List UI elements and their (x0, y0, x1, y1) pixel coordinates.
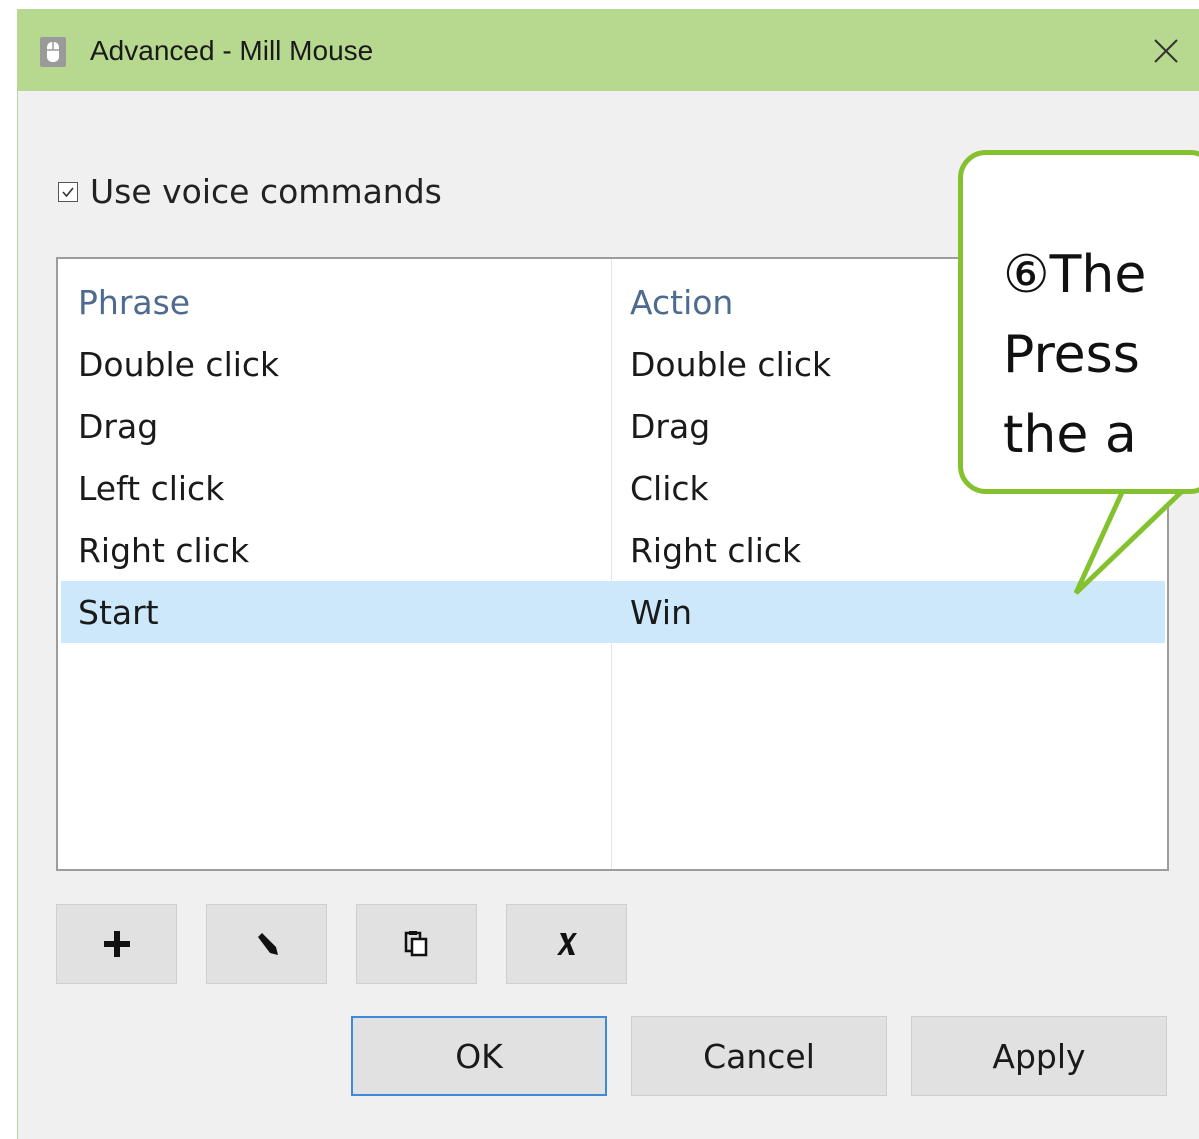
phrase-cell: Double click (78, 344, 280, 384)
mouse-app-icon (40, 37, 66, 67)
phrase-cell: Start (78, 592, 159, 632)
action-cell: Right click (630, 530, 802, 570)
action-cell: Win (630, 592, 692, 632)
ok-button[interactable]: OK (351, 1016, 607, 1096)
edit-button[interactable] (206, 904, 327, 984)
copy-button[interactable] (356, 904, 477, 984)
title-bar: Advanced - Mill Mouse (18, 9, 1199, 91)
window-title: Advanced - Mill Mouse (90, 35, 374, 66)
copy-icon (404, 931, 427, 957)
checkbox-label: Use voice commands (90, 172, 442, 211)
checkbox-box[interactable] (58, 181, 78, 202)
x-icon (556, 933, 577, 955)
header-phrase[interactable]: Phrase (78, 283, 190, 322)
use-voice-commands-checkbox[interactable]: Use voice commands (58, 172, 442, 211)
callout-tail (1073, 475, 1199, 595)
action-cell: Drag (630, 406, 711, 446)
pencil-icon (257, 933, 278, 955)
cancel-button[interactable]: Cancel (631, 1016, 887, 1096)
close-icon[interactable] (1146, 31, 1186, 71)
table-row-selected[interactable]: Start Win (61, 581, 1165, 643)
table-row[interactable]: Right click Right click (61, 519, 1165, 581)
add-button[interactable] (56, 904, 177, 984)
callout-text: ⑥The Press the a (1003, 245, 1147, 465)
plus-icon (103, 931, 130, 957)
header-action[interactable]: Action (630, 283, 733, 322)
phrase-cell: Right click (78, 530, 250, 570)
phrase-cell: Drag (78, 406, 159, 446)
callout-bubble: ⑥The Press the a (958, 150, 1199, 494)
apply-button[interactable]: Apply (911, 1016, 1167, 1096)
phrase-cell: Left click (78, 468, 225, 508)
delete-button[interactable] (506, 904, 627, 984)
checkmark-icon (62, 186, 74, 197)
action-cell: Double click (630, 344, 832, 384)
action-cell: Click (630, 468, 709, 508)
